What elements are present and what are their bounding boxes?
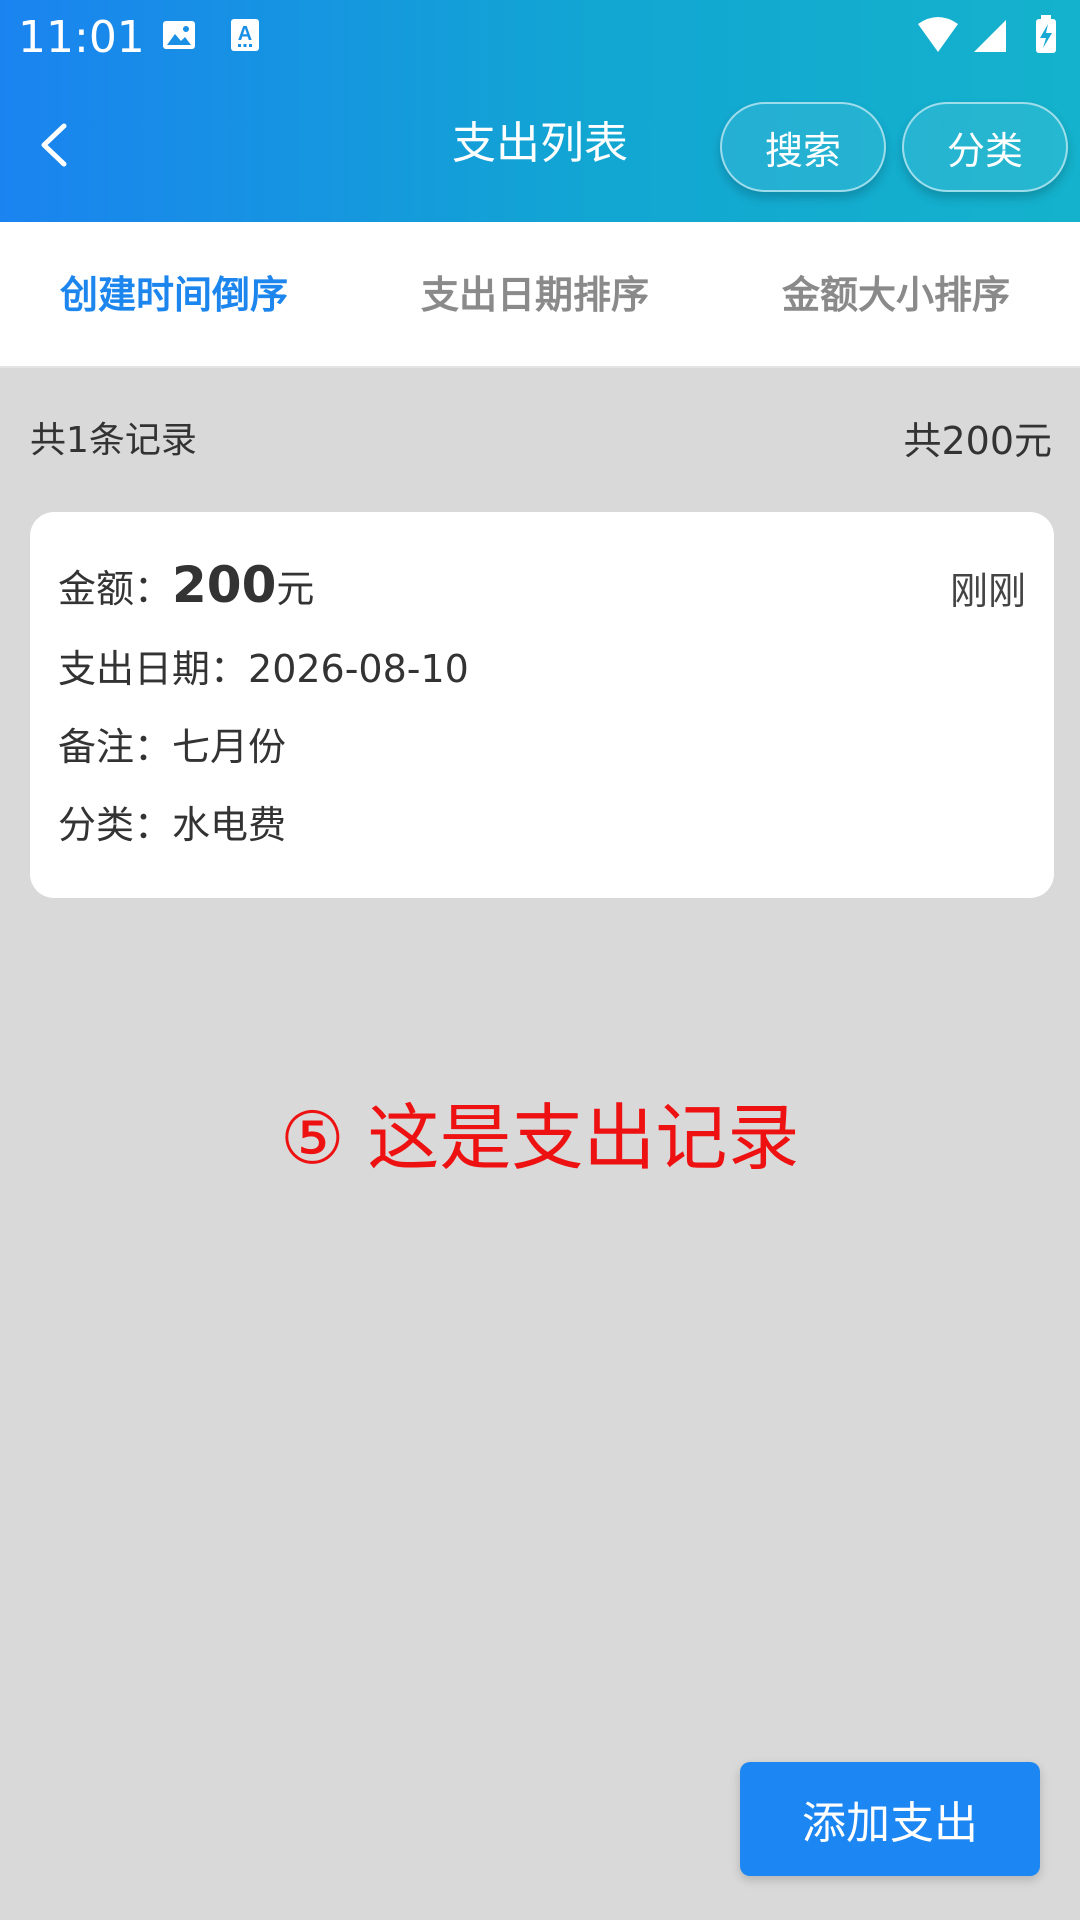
tab-amount-sort[interactable]: 金额大小排序 <box>782 270 1010 320</box>
record-count: 共1条记录 <box>30 420 197 461</box>
image-icon <box>163 21 195 49</box>
expense-record-card[interactable]: 金额：200元 刚刚 支出日期：2026-08-10 备注：七月份 分类：水电费 <box>30 512 1054 898</box>
amount-value: 200 <box>172 556 277 614</box>
add-expense-button[interactable]: 添加支出 <box>740 1762 1040 1876</box>
note-value: 七月份 <box>172 725 287 769</box>
back-button[interactable] <box>28 110 78 180</box>
date-value: 2026-08-10 <box>248 647 469 691</box>
date-label: 支出日期： <box>58 647 249 691</box>
record-time: 刚刚 <box>949 569 1026 613</box>
amount-label: 金额： <box>58 567 173 611</box>
total-amount: 共200元 <box>903 419 1052 463</box>
status-time: 11:01 <box>18 12 145 63</box>
category-value: 水电费 <box>172 803 287 847</box>
signal-icon <box>974 20 1006 52</box>
text-a-icon: A <box>231 19 259 51</box>
note-row: 备注：七月份 <box>58 722 286 772</box>
date-row: 支出日期：2026-08-10 <box>58 644 469 694</box>
amount-row: 金额：200元 <box>58 560 314 614</box>
annotation-text: ⑤ 这是支出记录 <box>280 1096 800 1180</box>
category-row: 分类：水电费 <box>58 800 286 850</box>
battery-charging-icon <box>1036 15 1056 53</box>
category-button[interactable]: 分类 <box>902 102 1068 192</box>
sort-tabs: 创建时间倒序 支出日期排序 金额大小排序 <box>0 222 1080 368</box>
status-indicators <box>918 15 1056 53</box>
page-title: 支出列表 <box>452 118 628 169</box>
tab-expense-date-sort[interactable]: 支出日期排序 <box>421 270 649 320</box>
app-header: 11:01 A 支出列表 搜索 分类 <box>0 0 1080 222</box>
svg-text:A: A <box>238 23 252 45</box>
search-button[interactable]: 搜索 <box>720 102 886 192</box>
wifi-icon <box>918 17 958 52</box>
amount-unit: 元 <box>276 567 315 611</box>
chevron-left-icon <box>41 123 67 167</box>
note-label: 备注： <box>58 725 173 769</box>
tab-created-time-desc[interactable]: 创建时间倒序 <box>60 270 288 320</box>
category-label: 分类： <box>58 803 173 847</box>
